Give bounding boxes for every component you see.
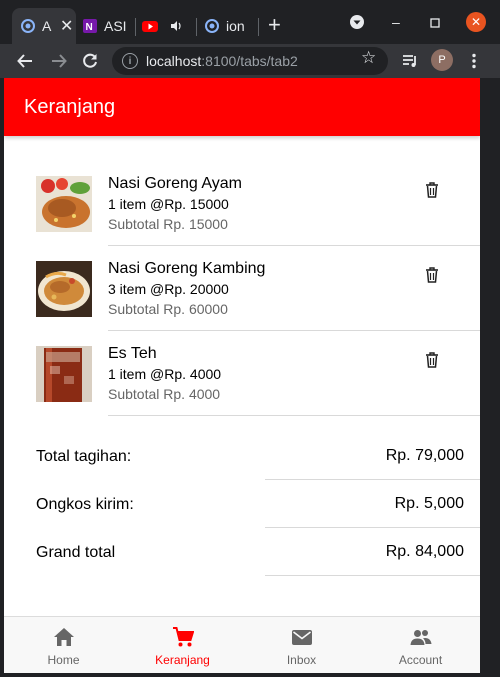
trash-icon[interactable] [424,351,440,369]
shipping-cost-value: Rp. 5,000 [394,495,464,512]
minimize-icon[interactable]: – [392,14,400,30]
url-path: :8100/tabs/tab2 [201,53,298,69]
tab-home[interactable]: Home [4,617,123,673]
bottom-tab-bar: Home Keranjang Inbox Account [4,616,480,673]
browser-tab-4[interactable]: ion [204,8,256,44]
summary-divider [265,575,480,576]
shipping-cost-label: Ongkos kirim: [36,496,134,513]
item-quantity-price: 1 item @Rp. 15000 [108,196,229,212]
tab-separator [258,18,259,36]
ionic-icon [204,18,220,34]
browser-tab-title: A [42,18,52,34]
new-tab-icon[interactable]: + [268,14,281,36]
browser-tabstrip: A ✕ N ASI ion + – ✕ [0,0,500,44]
tab-label: Keranjang [155,653,210,667]
mail-icon [291,630,312,645]
people-icon [410,630,431,645]
item-name: Nasi Goreng Ayam [108,175,242,192]
grand-total-value: Rp. 84,000 [385,543,464,560]
item-name: Es Teh [108,345,157,362]
cart-item: Nasi Goreng Ayam 1 item @Rp. 15000 Subto… [4,161,480,246]
home-icon [53,628,74,646]
summary-divider [265,527,480,528]
browser-tab-2[interactable]: N ASI [82,8,132,44]
menu-dots-icon[interactable] [463,50,485,72]
summary-divider [265,479,480,480]
reading-list-icon[interactable] [399,50,421,72]
item-name: Nasi Goreng Kambing [108,260,266,277]
tab-label: Home [47,653,80,667]
onenote-icon: N [82,18,98,34]
ionic-icon [20,18,36,34]
cart-item: Nasi Goreng Kambing 3 item @Rp. 20000 Su… [4,246,480,331]
tab-keranjang[interactable]: Keranjang [123,617,242,673]
total-bill-label: Total tagihan: [36,448,132,465]
window-close-icon[interactable]: ✕ [466,12,486,32]
tab-search-icon[interactable] [349,14,365,33]
food-image-es-teh [36,346,92,402]
browser-tab-title: ASI [104,18,126,34]
page-title: Keranjang [24,96,116,118]
food-image-nasi-goreng-ayam [36,176,92,232]
item-divider [108,415,480,416]
svg-text:N: N [86,22,93,33]
address-bar[interactable]: i localhost:8100/tabs/tab2 [112,47,388,75]
window-frame-right [480,78,500,677]
trash-icon[interactable] [424,266,440,284]
browser-tab-3[interactable] [142,8,192,44]
site-info-icon[interactable]: i [122,53,138,69]
forward-icon[interactable] [48,50,70,72]
tab-label: Account [398,653,443,667]
browser-tab-title: ion [226,18,245,34]
cart-item: Es Teh 1 item @Rp. 4000 Subtotal Rp. 400… [4,331,480,416]
total-bill-value: Rp. 79,000 [385,447,464,464]
item-subtotal: Subtotal Rp. 15000 [108,216,228,232]
profile-avatar[interactable]: P [431,49,453,71]
item-quantity-price: 3 item @Rp. 20000 [108,281,229,297]
tab-separator [135,18,136,36]
speaker-icon[interactable] [168,18,184,34]
item-subtotal: Subtotal Rp. 4000 [108,386,221,402]
maximize-icon[interactable] [430,15,440,31]
browser-toolbar: i localhost:8100/tabs/tab2 ☆ P [0,44,500,78]
tab-label: Inbox [286,653,317,667]
youtube-icon [142,18,158,34]
food-image-nasi-goreng-kambing [36,261,92,317]
app-viewport: Keranjang Nasi Goreng Ayam 1 item @Rp. 1… [4,78,480,673]
url-host: localhost [146,53,202,69]
item-quantity-price: 1 item @Rp. 4000 [108,366,222,382]
tab-account[interactable]: Account [361,617,480,673]
bookmark-star-icon[interactable]: ☆ [361,48,376,68]
item-subtotal: Subtotal Rp. 60000 [108,301,228,317]
cart-icon [172,627,194,647]
browser-tab-1[interactable]: A ✕ [12,8,76,44]
grand-total-label: Grand total [36,544,116,561]
tab-separator [196,18,197,36]
close-tab-icon[interactable]: ✕ [60,16,73,36]
trash-icon[interactable] [424,181,440,199]
back-icon[interactable] [14,50,36,72]
app-header: Keranjang [4,78,480,136]
tab-inbox[interactable]: Inbox [242,617,361,673]
reload-icon[interactable] [79,50,101,72]
